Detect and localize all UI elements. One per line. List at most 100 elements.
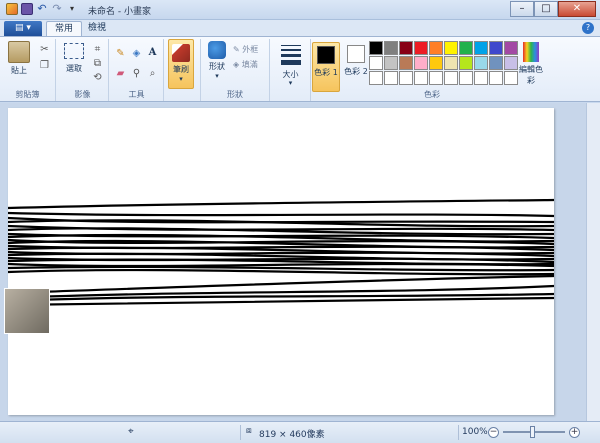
shapes-group-label: 形狀 [227,90,243,99]
palette-swatch[interactable] [399,56,413,70]
brushes-button[interactable]: 筆刷 ▾ [168,39,194,89]
tools-group-label: 工具 [128,90,145,99]
quick-access-toolbar: ↶ ↷ ▾ [6,3,78,15]
palette-swatch[interactable] [444,41,458,55]
palette-swatch[interactable] [399,71,413,85]
image-group-label: 影像 [74,90,91,99]
shapes-label: 形狀 [209,62,225,71]
outline-button[interactable]: ✎ 外框 [233,44,258,55]
resize-icon[interactable]: ⧉ [91,57,104,70]
palette-swatch[interactable] [384,71,398,85]
edit-colors-button[interactable]: 編輯色彩 [516,42,546,86]
paste-button[interactable]: 貼上 [6,41,32,76]
canvas-size-icon: ⧈ [246,426,252,436]
brush-icon [172,44,190,62]
cut-icon[interactable]: ✂ [38,43,51,56]
shapes-group: 形狀 ▾ ✎ 外框 ◈ 填滿 形狀 [200,39,270,101]
colors-group-label: 色彩 [424,90,440,99]
palette-swatch[interactable] [474,56,488,70]
palette-swatch[interactable] [369,71,383,85]
ribbon: 貼上 ✂ ❐ 剪貼簿 選取 ⌗ ⧉ ⟲ 影像 ✎ ◈ A ▰ ⚲ ⌕ 工具 筆刷… [0,36,600,102]
canvas-dimensions: 819 × 460像素 [259,430,325,440]
palette-swatch[interactable] [489,56,503,70]
eraser-icon[interactable]: ▰ [114,67,127,80]
tab-view[interactable]: 檢視 [80,21,114,36]
tab-home[interactable]: 常用 [46,21,83,36]
customize-toolbar-icon[interactable]: ▾ [66,3,78,15]
palette-swatch[interactable] [474,41,488,55]
app-menu-button[interactable]: ▤ ▾ [4,21,42,36]
rainbow-palette-icon [523,42,539,62]
shapes-button[interactable]: 形狀 ▾ [205,41,229,80]
workspace [0,103,600,421]
zoom-slider-handle[interactable] [530,426,535,438]
image-group: 選取 ⌗ ⧉ ⟲ 影像 [57,39,109,101]
rotate-icon[interactable]: ⟲ [91,71,104,84]
size-dropdown-icon: ▾ [288,79,293,87]
palette-swatch[interactable] [444,56,458,70]
minimize-button[interactable]: – [510,1,534,17]
vertical-scrollbar[interactable] [586,103,600,421]
ribbon-tab-row: ▤ ▾ 常用 檢視 ? [0,20,600,36]
maximize-button[interactable]: □ [534,1,558,17]
color2-selector[interactable]: 色彩 2 [342,42,370,92]
palette-swatch[interactable] [459,71,473,85]
magnifier-icon[interactable]: ⌕ [146,67,159,80]
fill-bucket-icon[interactable]: ◈ [130,47,143,60]
zoom-in-button[interactable]: + [569,427,580,438]
close-button[interactable]: ✕ [558,1,596,17]
palette-swatch[interactable] [429,71,443,85]
palette-swatch[interactable] [489,71,503,85]
palette-swatch[interactable] [429,56,443,70]
palette-swatch[interactable] [429,41,443,55]
brushes-label: 筆刷 [173,65,189,74]
drawing-canvas[interactable] [8,108,554,415]
clipboard-group: 貼上 ✂ ❐ 剪貼簿 [0,39,56,101]
text-icon[interactable]: A [146,46,159,59]
crop-icon[interactable]: ⌗ [91,43,104,56]
redo-icon[interactable]: ↷ [51,3,63,15]
select-button[interactable]: 選取 [61,43,87,74]
palette-swatch[interactable] [459,56,473,70]
palette-swatch[interactable] [414,56,428,70]
fill-button[interactable]: ◈ 填滿 [233,59,258,70]
line-size-icon [281,45,301,65]
color1-selector[interactable]: 色彩 1 [312,42,340,92]
status-separator [240,425,241,440]
copy-icon[interactable]: ❐ [38,59,51,72]
palette-swatch[interactable] [384,41,398,55]
color2-swatch [347,45,365,63]
status-bar: ⌖ ⧈ 819 × 460像素 100% − + [0,421,600,443]
color-palette [369,41,518,85]
shapes-dropdown-icon: ▾ [215,72,219,80]
palette-swatch[interactable] [459,41,473,55]
palette-swatch[interactable] [369,41,383,55]
color2-label: 色彩 2 [344,67,368,76]
palette-swatch[interactable] [444,71,458,85]
palette-swatch[interactable] [414,71,428,85]
color-picker-icon[interactable]: ⚲ [130,67,143,80]
zoom-out-button[interactable]: − [488,427,499,438]
palette-swatch[interactable] [474,71,488,85]
title-bar: ↶ ↷ ▾ 未命名 - 小畫家 – □ ✕ [0,0,600,20]
thumbnail-image [4,288,50,334]
color1-label: 色彩 1 [314,68,338,77]
undo-icon[interactable]: ↶ [36,3,48,15]
size-group[interactable]: 大小 ▾ [271,39,311,101]
palette-swatch[interactable] [369,56,383,70]
clipboard-icon [8,41,30,63]
palette-swatch[interactable] [399,41,413,55]
edit-colors-label: 編輯色彩 [519,65,543,85]
help-icon[interactable]: ? [582,22,594,34]
palette-swatch[interactable] [414,41,428,55]
save-icon[interactable] [21,3,33,15]
paint-app-icon[interactable] [6,3,18,15]
palette-swatch[interactable] [489,41,503,55]
color1-swatch [317,46,335,64]
cursor-position-icon: ⌖ [128,426,134,437]
select-rectangle-icon [64,43,84,59]
palette-swatch[interactable] [384,56,398,70]
fill-label: 填滿 [241,60,258,69]
paste-label: 貼上 [11,66,27,75]
pencil-icon[interactable]: ✎ [114,47,127,60]
